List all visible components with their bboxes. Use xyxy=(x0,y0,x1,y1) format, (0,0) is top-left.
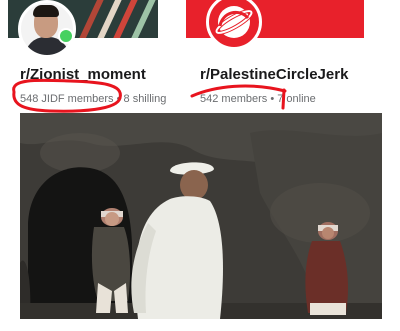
stats-separator: • xyxy=(270,93,275,105)
member-count: 542 members xyxy=(200,93,268,105)
video-frame xyxy=(20,113,382,319)
subreddit-stats: 542 members • 7 online xyxy=(200,93,316,105)
subreddit-name[interactable]: r/PalestineCircleJerk xyxy=(200,66,348,83)
stats-separator: • xyxy=(116,93,121,105)
member-count: 548 JIDF members xyxy=(20,93,114,105)
online-indicator-icon xyxy=(58,28,74,44)
online-count: 8 shilling xyxy=(123,93,167,105)
planet-icon[interactable] xyxy=(206,0,262,50)
video-player[interactable] xyxy=(20,113,382,319)
subreddit-stats: 548 JIDF members • 8 shilling xyxy=(20,93,166,105)
community-card-palestine-circle-jerk[interactable]: r/PalestineCircleJerk 542 members • 7 on… xyxy=(186,0,400,112)
community-card-zionist-moment[interactable]: r/Zionist_moment 548 JIDF members • 8 sh… xyxy=(0,0,190,112)
online-count: 7 online xyxy=(277,93,316,105)
subreddit-name[interactable]: r/Zionist_moment xyxy=(20,66,146,83)
